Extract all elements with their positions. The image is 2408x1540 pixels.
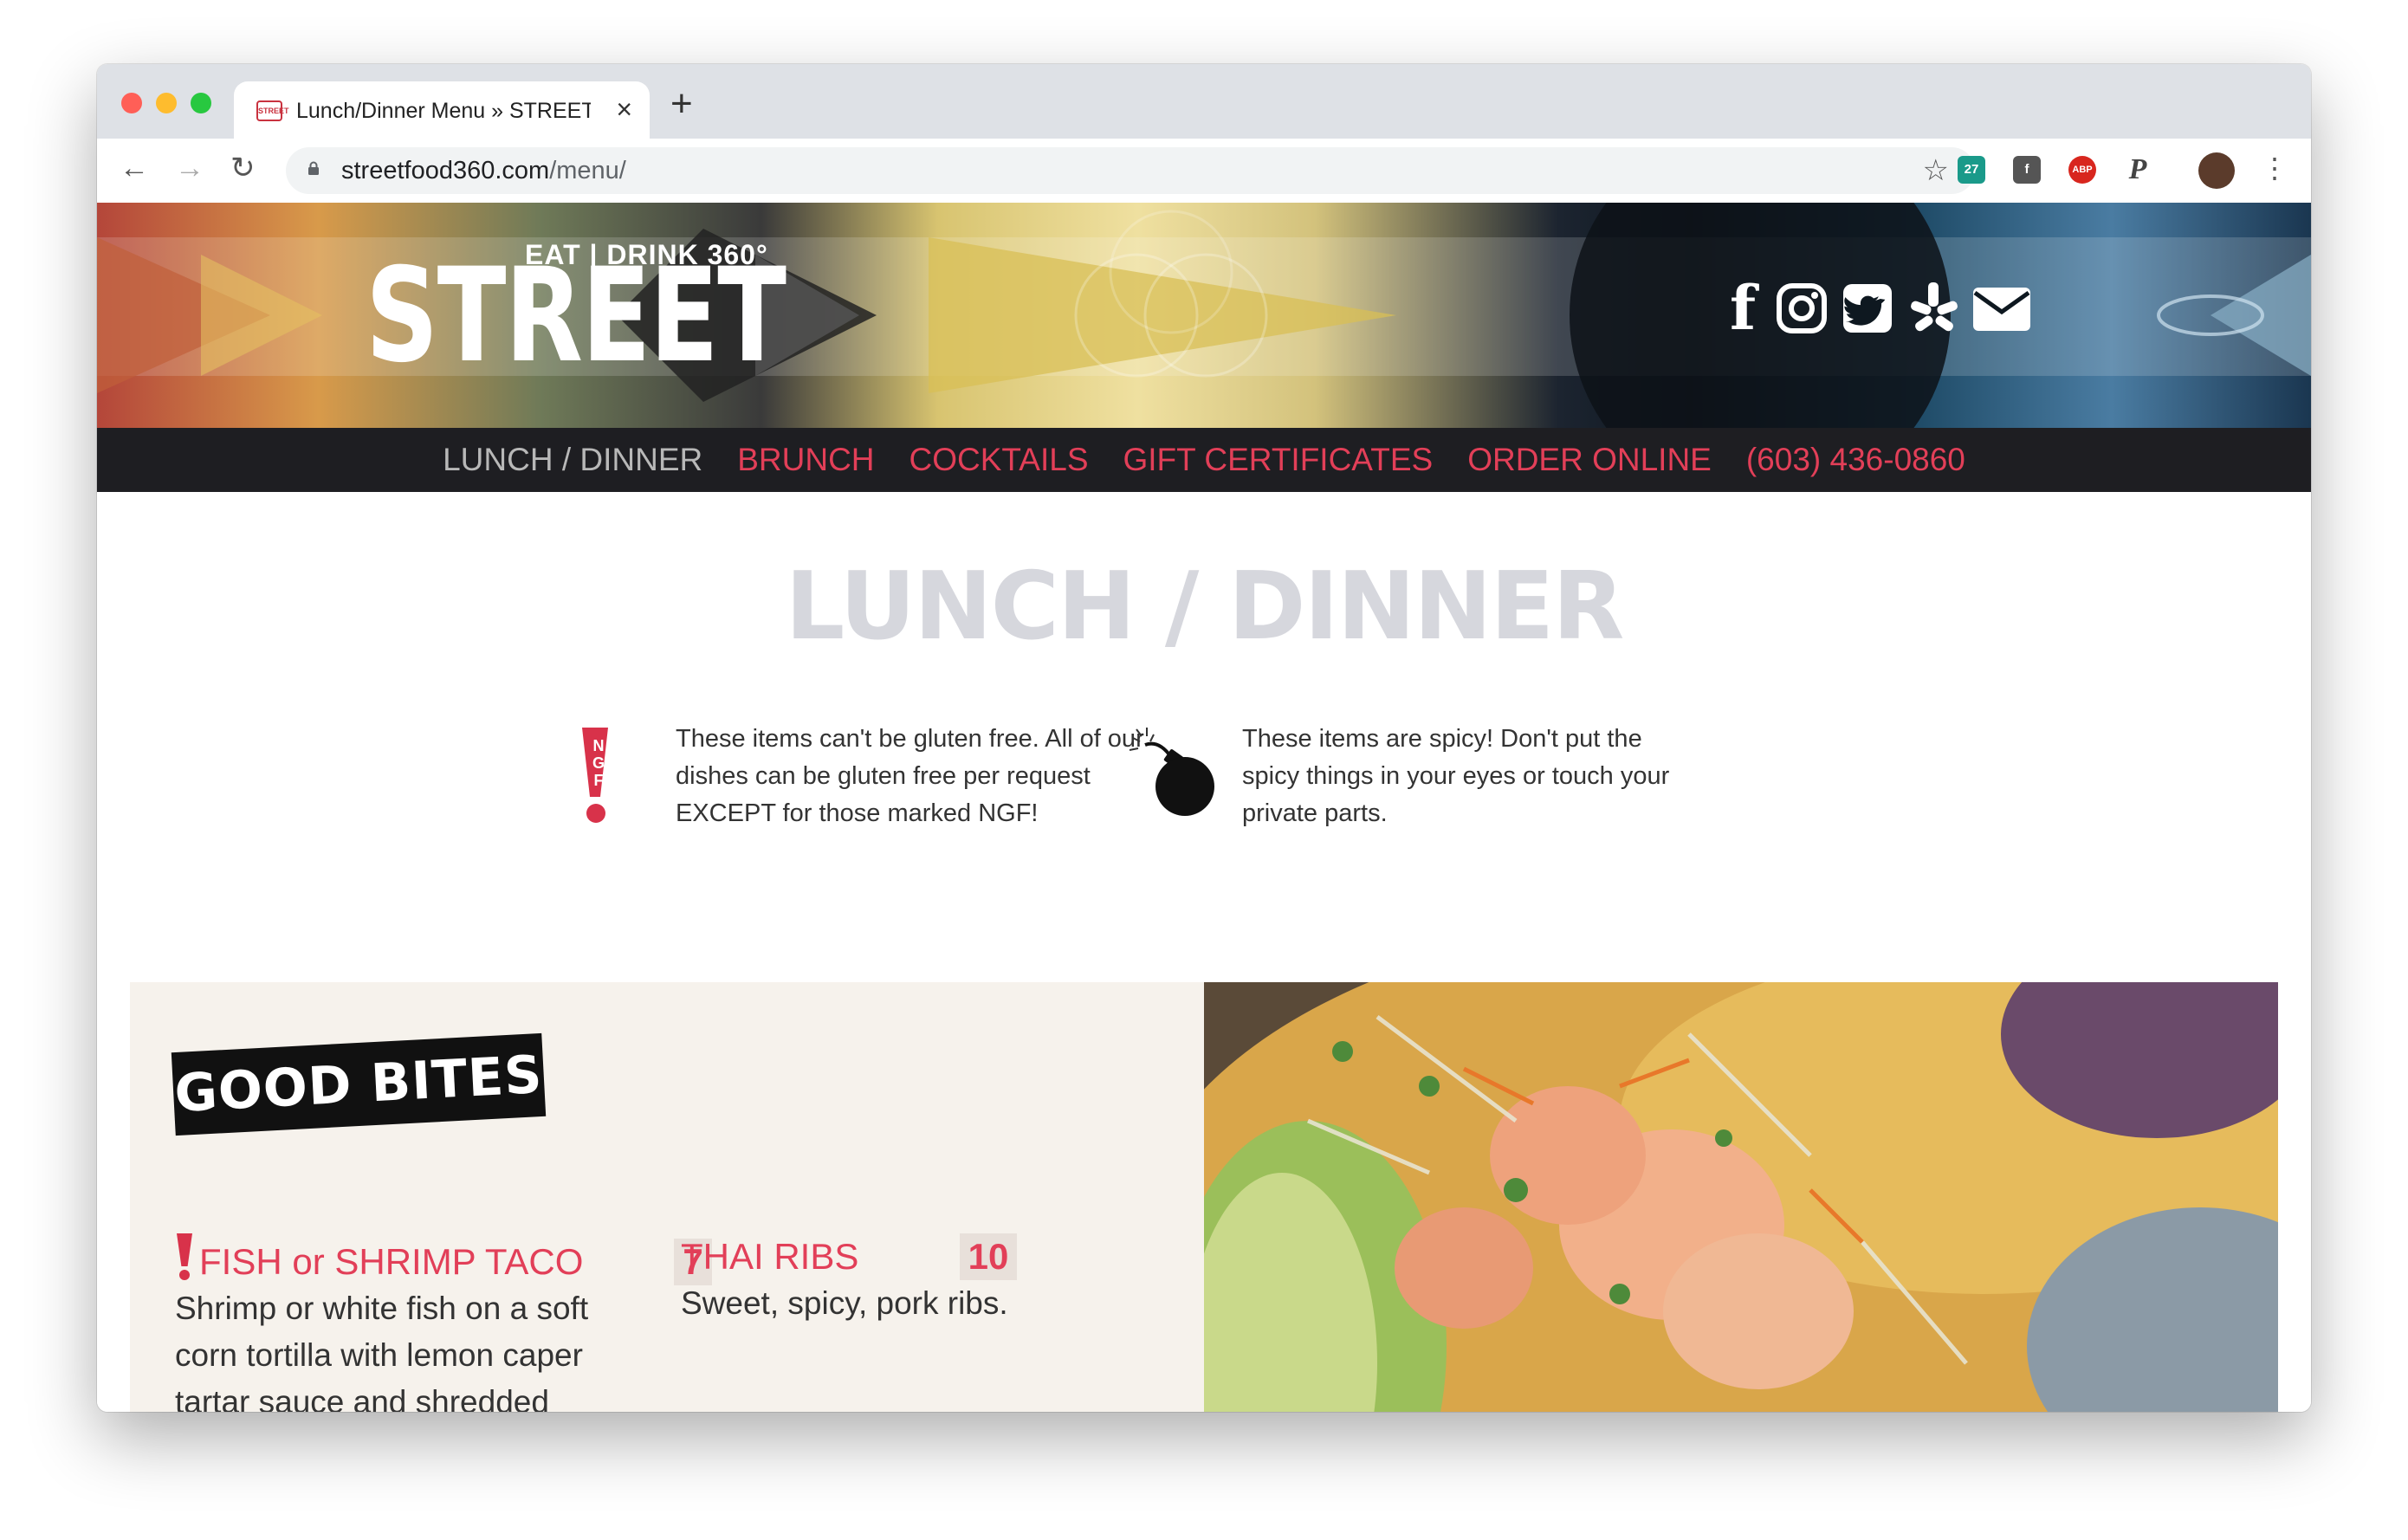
back-arrow-icon[interactable]: ← (120, 151, 149, 185)
shrimp-taco-photo (1204, 982, 2278, 1412)
instagram-icon[interactable] (1776, 282, 1828, 334)
browser-tab[interactable]: STREET Lunch/Dinner Menu » STREET × (234, 81, 650, 139)
spicy-legend-text: These items are spicy! Don't put the spi… (1242, 725, 1670, 827)
address-bar[interactable]: streetfood360.com/menu/ ☆ (286, 147, 1975, 194)
menu-item-description: Sweet, spicy, pork ribs. (681, 1285, 1008, 1321)
nav-lunch-dinner[interactable]: LUNCH / DINNER (443, 428, 702, 492)
nav-order-online[interactable]: ORDER ONLINE (1467, 428, 1712, 492)
email-icon[interactable] (1971, 286, 2032, 333)
forward-arrow-icon[interactable]: → (175, 151, 204, 185)
browser-toolbar: ← → ↻ streetfood360.com/menu/ ☆ 27 f ABP… (97, 139, 2311, 204)
street-logo[interactable]: STREET (366, 251, 786, 381)
yelp-icon[interactable] (1907, 281, 1959, 336)
adblock-plus-icon[interactable]: ABP (2068, 156, 2096, 184)
new-tab-button[interactable]: + (670, 85, 693, 123)
facebook-icon[interactable]: f (1725, 278, 1760, 339)
page-content: LUNCH / DINNER NGF These items can't be … (97, 492, 2311, 1412)
site-header-banner: EAT | DRINK 360° STREET f (97, 203, 2311, 428)
ngf-legend-text: These items can't be gluten free. All of… (676, 725, 1144, 827)
minimize-window-button[interactable] (156, 93, 177, 113)
page-title: LUNCH / DINNER (785, 553, 1625, 661)
url-path: /menu/ (549, 157, 626, 184)
url-text: streetfood360.com/menu/ (341, 156, 626, 185)
tab-strip: STREET Lunch/Dinner Menu » STREET × + (97, 64, 2311, 139)
menu-item-price: 10 (960, 1233, 1017, 1280)
site-navigation: LUNCH / DINNER BRUNCH COCKTAILS GIFT CER… (97, 428, 2311, 492)
good-bites-section: GOOD BITES FISH or SHRIMP TACO 7 Shrimp … (130, 982, 1204, 1412)
section-title-badge: GOOD BITES (171, 1032, 547, 1136)
twitter-icon[interactable] (1842, 282, 1893, 334)
extension-p-icon[interactable]: P (2124, 155, 2152, 184)
url-domain: streetfood360.com (341, 157, 550, 184)
tab-title: Lunch/Dinner Menu » STREET (296, 99, 591, 123)
favicon-icon: STREET (256, 100, 289, 121)
maximize-window-button[interactable] (191, 93, 211, 113)
menu-item-name: THAI RIBS (681, 1236, 859, 1277)
browser-menu-icon[interactable]: ⋮ (2261, 151, 2288, 185)
browser-window: STREET Lunch/Dinner Menu » STREET × + ← … (97, 64, 2311, 1412)
nav-phone-number[interactable]: (603) 436-0860 (1746, 428, 1965, 492)
nav-cocktails[interactable]: COCKTAILS (909, 428, 1089, 492)
extension-27-icon[interactable]: 27 (1958, 156, 1985, 184)
extension-facebook-icon[interactable]: f (2013, 156, 2041, 184)
bomb-icon (1129, 728, 1214, 816)
lock-icon (308, 161, 319, 175)
menu-item-name: FISH or SHRIMP TACO (199, 1241, 584, 1282)
close-window-button[interactable] (121, 93, 142, 113)
close-tab-icon[interactable]: × (616, 95, 632, 123)
nav-brunch[interactable]: BRUNCH (737, 428, 874, 492)
reload-icon[interactable]: ↻ (230, 151, 256, 185)
bookmark-star-icon[interactable]: ☆ (1923, 154, 1949, 187)
nav-gift-certificates[interactable]: GIFT CERTIFICATES (1123, 428, 1434, 492)
ngf-icon-letters: NGF (590, 737, 607, 789)
ngf-icon: NGF (582, 728, 608, 825)
ngf-icon (177, 1233, 192, 1280)
menu-item-description: Shrimp or white fish on a soft corn tort… (175, 1291, 589, 1412)
profile-avatar[interactable] (2198, 152, 2235, 189)
